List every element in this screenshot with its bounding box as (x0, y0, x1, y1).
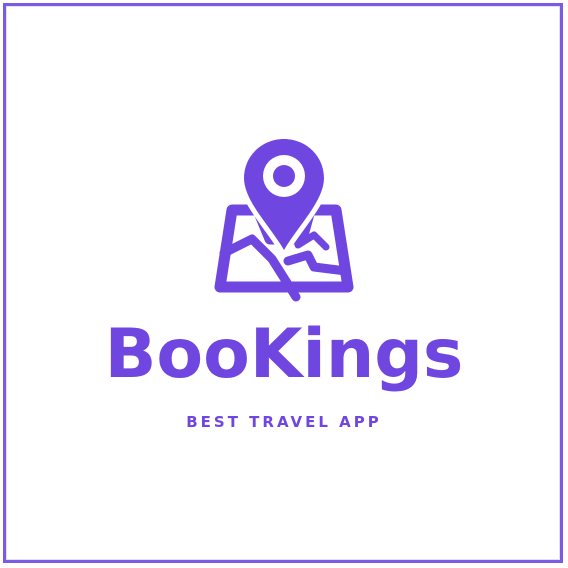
map-road-line (283, 250, 351, 276)
brand-name: BooKings (104, 315, 464, 394)
logo-canvas: BooKings BEST TRAVEL APP (0, 0, 568, 568)
map-location-pin-icon (214, 135, 354, 302)
brand-tagline: BEST TRAVEL APP (186, 413, 382, 431)
pin-center-dot (273, 165, 295, 187)
